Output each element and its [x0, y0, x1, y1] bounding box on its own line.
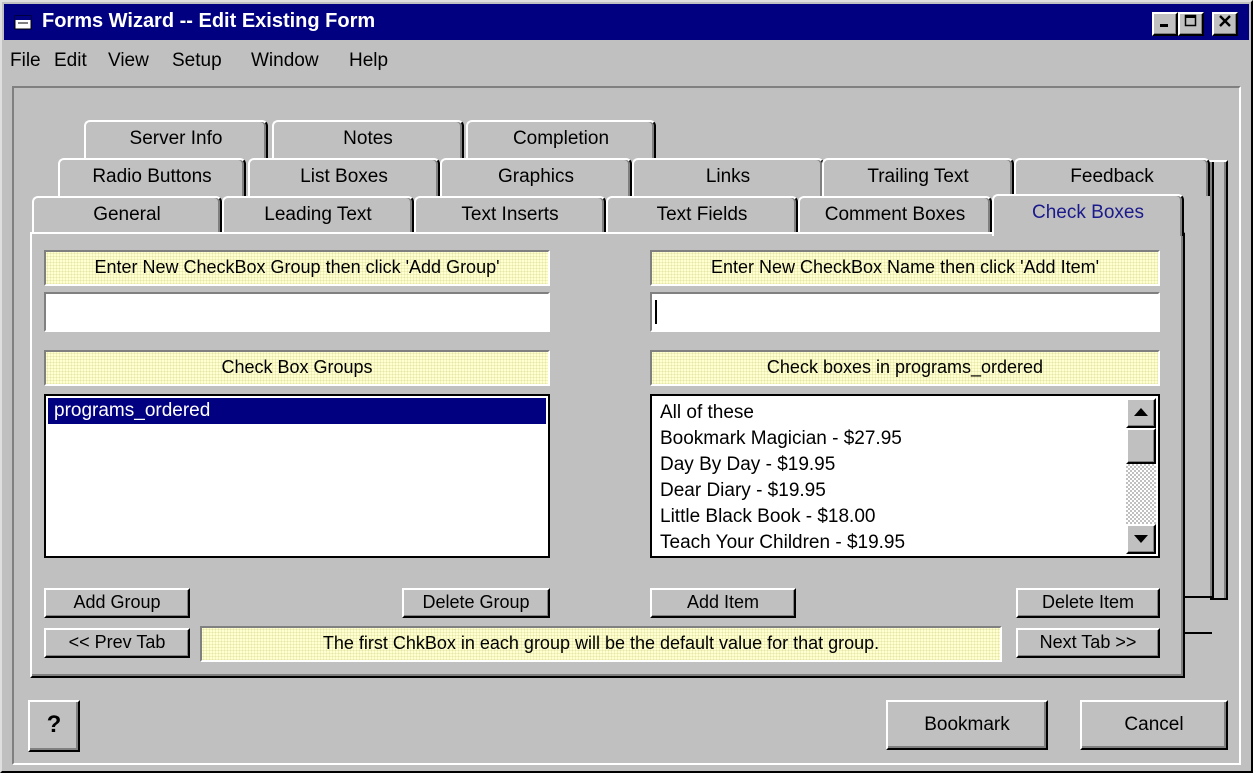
- tab-links[interactable]: Links: [632, 158, 824, 196]
- groups-list-label: Check Box Groups: [44, 350, 550, 386]
- tab-stack-shadow: [1184, 596, 1214, 598]
- list-item[interactable]: Day By Day - $19.95: [654, 452, 1124, 478]
- list-item[interactable]: Bookmark Magician - $27.95: [654, 426, 1124, 452]
- tab-comment-boxes[interactable]: Comment Boxes: [798, 196, 992, 234]
- scroll-down-button[interactable]: [1126, 524, 1156, 554]
- new-item-input[interactable]: [650, 292, 1160, 332]
- cancel-button[interactable]: Cancel: [1080, 700, 1228, 750]
- menu-window[interactable]: Window: [251, 50, 319, 72]
- text-caret: [655, 300, 657, 324]
- next-tab-button[interactable]: Next Tab >>: [1016, 628, 1160, 658]
- delete-item-button[interactable]: Delete Item: [1016, 588, 1160, 618]
- tab-completion[interactable]: Completion: [466, 120, 656, 158]
- help-icon: ?: [46, 711, 62, 738]
- tab-feedback[interactable]: Feedback: [1014, 158, 1210, 196]
- tab-server-info[interactable]: Server Info: [84, 120, 268, 158]
- list-item[interactable]: All of these: [654, 400, 1124, 426]
- add-group-button[interactable]: Add Group: [44, 588, 190, 618]
- arrow-up-icon: [1134, 408, 1148, 416]
- add-item-label: Add Item: [686, 592, 760, 612]
- menu-file[interactable]: File: [10, 50, 41, 72]
- delete-item-label: Delete Item: [1041, 592, 1135, 612]
- menu-edit[interactable]: Edit: [54, 50, 87, 72]
- tab-text-inserts[interactable]: Text Inserts: [414, 196, 606, 234]
- menu-setup[interactable]: Setup: [172, 50, 222, 72]
- scroll-thumb[interactable]: [1126, 428, 1156, 464]
- minimize-icon: [1160, 24, 1168, 27]
- delete-group-button[interactable]: Delete Group: [402, 588, 550, 618]
- tab-leading-text[interactable]: Leading Text: [222, 196, 414, 234]
- tab-list-boxes[interactable]: List Boxes: [248, 158, 440, 196]
- tab-check-boxes[interactable]: Check Boxes: [992, 194, 1184, 236]
- bookmark-button[interactable]: Bookmark: [886, 700, 1048, 750]
- maximize-icon: [1184, 14, 1197, 27]
- maximize-button[interactable]: [1178, 12, 1204, 36]
- tab-notes[interactable]: Notes: [272, 120, 464, 158]
- title-bar[interactable]: Forms Wizard -- Edit Existing Form: [4, 4, 1249, 40]
- default-value-hint: The first ChkBox in each group will be t…: [200, 626, 1002, 662]
- scroll-up-button[interactable]: [1126, 398, 1156, 428]
- bookmark-label: Bookmark: [924, 714, 1010, 735]
- prev-tab-button[interactable]: << Prev Tab: [44, 628, 190, 658]
- tab-radio-buttons[interactable]: Radio Buttons: [58, 158, 246, 196]
- tab-stack-edge-2: [1210, 160, 1228, 600]
- app-icon: [14, 15, 32, 30]
- add-item-button[interactable]: Add Item: [650, 588, 796, 618]
- tab-stack-shadow: [1184, 632, 1212, 634]
- menu-view[interactable]: View: [108, 50, 149, 72]
- menu-help[interactable]: Help: [349, 50, 388, 72]
- tab-graphics[interactable]: Graphics: [440, 158, 632, 196]
- close-button[interactable]: [1212, 12, 1238, 36]
- list-item[interactable]: Teach Your Children - $19.95: [654, 530, 1124, 554]
- window-title: Forms Wizard -- Edit Existing Form: [42, 10, 376, 32]
- item-prompt-label: Enter New CheckBox Name then click 'Add …: [650, 250, 1160, 286]
- tab-general[interactable]: General: [32, 196, 222, 234]
- items-scrollbar[interactable]: [1126, 398, 1156, 554]
- next-tab-label: Next Tab >>: [1039, 632, 1137, 652]
- list-item[interactable]: Little Black Book - $18.00: [654, 504, 1124, 530]
- help-button[interactable]: ?: [28, 700, 80, 752]
- tab-text-fields[interactable]: Text Fields: [606, 196, 798, 234]
- delete-group-label: Delete Group: [422, 592, 530, 612]
- prev-tab-label: << Prev Tab: [68, 632, 166, 652]
- close-icon: [1219, 15, 1231, 27]
- items-listbox[interactable]: All of these Bookmark Magician - $27.95 …: [650, 394, 1160, 558]
- arrow-down-icon: [1134, 535, 1148, 543]
- new-group-input[interactable]: [44, 292, 550, 332]
- list-item[interactable]: programs_ordered: [48, 398, 546, 424]
- add-group-label: Add Group: [73, 592, 161, 612]
- groups-listbox[interactable]: programs_ordered: [44, 394, 550, 558]
- group-prompt-label: Enter New CheckBox Group then click 'Add…: [44, 250, 550, 286]
- menu-bar: File Edit View Setup Window Help: [4, 42, 1249, 82]
- items-list-label: Check boxes in programs_ordered: [650, 350, 1160, 386]
- cancel-label: Cancel: [1124, 714, 1184, 735]
- tab-trailing-text[interactable]: Trailing Text: [822, 158, 1014, 196]
- list-item[interactable]: Dear Diary - $19.95: [654, 478, 1124, 504]
- minimize-button[interactable]: [1152, 12, 1178, 36]
